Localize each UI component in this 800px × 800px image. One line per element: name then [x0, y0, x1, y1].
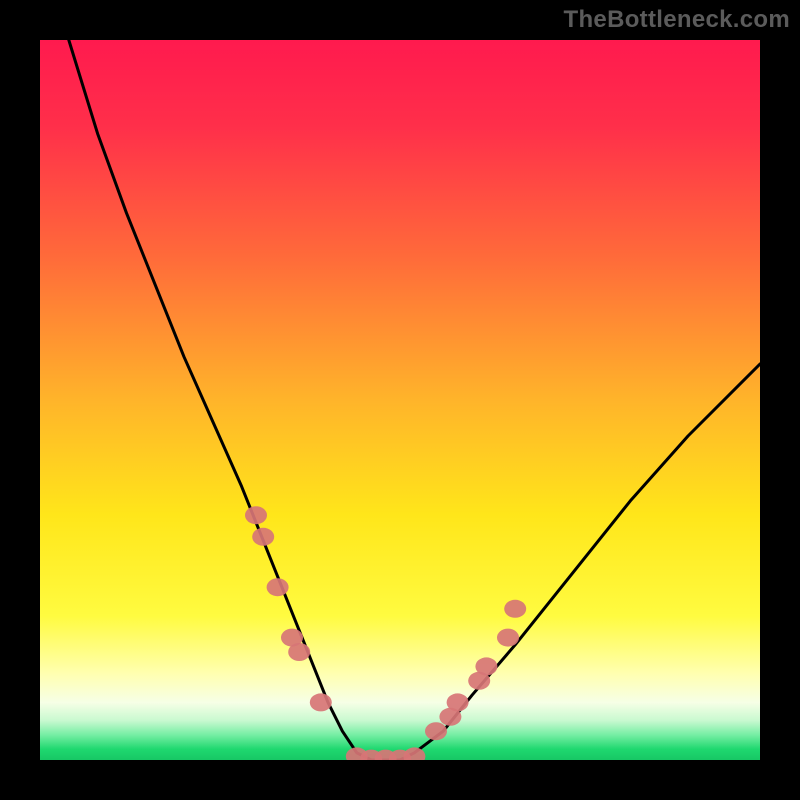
- data-point: [245, 506, 267, 524]
- data-point: [310, 693, 332, 711]
- data-point: [475, 657, 497, 675]
- data-point: [497, 629, 519, 647]
- data-point: [504, 600, 526, 618]
- plot-area: [40, 40, 760, 760]
- data-point: [252, 528, 274, 546]
- data-point: [267, 578, 289, 596]
- chart-background: [40, 40, 760, 760]
- data-point: [288, 643, 310, 661]
- data-point: [447, 693, 469, 711]
- chart-frame: TheBottleneck.com: [0, 0, 800, 800]
- data-point: [425, 722, 447, 740]
- gradient-rect: [40, 40, 760, 760]
- watermark-text: TheBottleneck.com: [564, 6, 790, 34]
